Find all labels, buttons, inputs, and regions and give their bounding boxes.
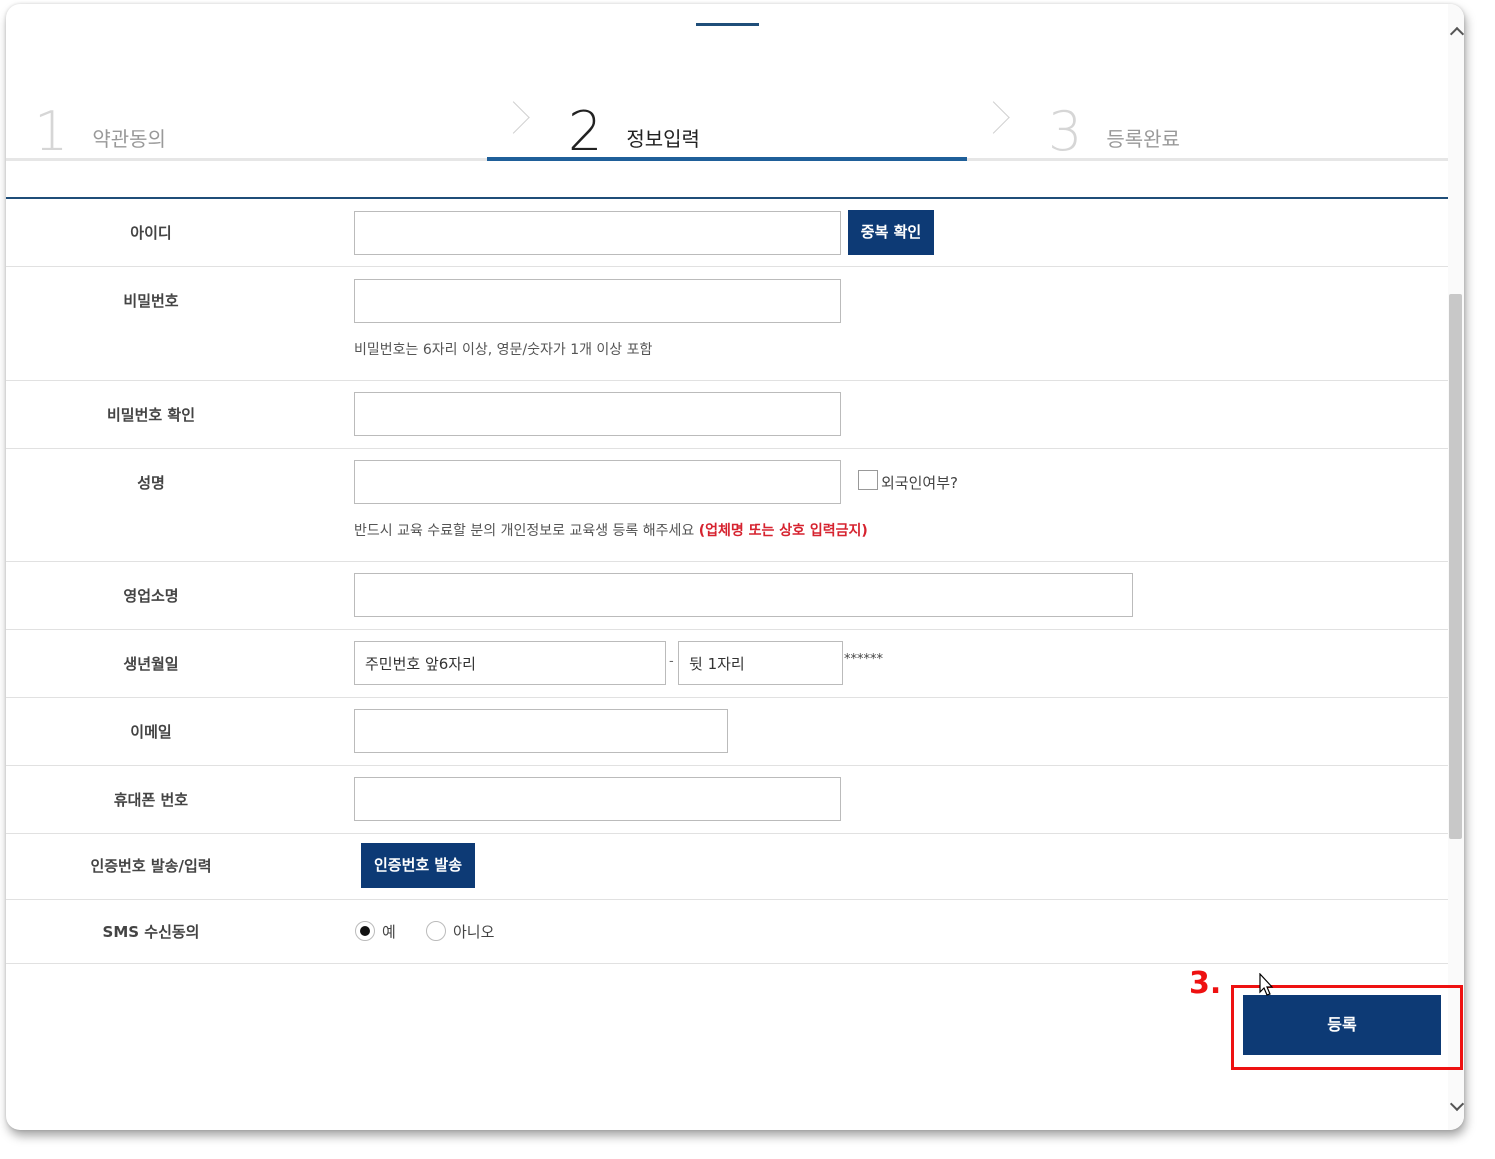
sms-yes-radio[interactable] (355, 921, 375, 941)
password-hint: 비밀번호는 6자리 이상, 영문/숫자가 1개 이상 포함 (354, 342, 653, 358)
password-label: 비밀번호 (123, 292, 179, 310)
step-terms: 1 약관동의 (34, 92, 166, 162)
step-number: 3 (1048, 100, 1083, 163)
business-name-input[interactable] (354, 573, 1133, 617)
password-confirm-input[interactable] (354, 392, 841, 436)
password-input[interactable] (354, 279, 841, 323)
business-name-label: 영업소명 (123, 587, 179, 605)
mouse-cursor-icon (1259, 973, 1274, 996)
phone-label: 휴대폰 번호 (113, 791, 189, 809)
step-number: 1 (34, 100, 69, 163)
id-label: 아이디 (130, 224, 172, 242)
name-hint-text: 반드시 교육 수료할 분의 개인정보로 교육생 등록 해주세요 (354, 523, 695, 539)
sms-no-radio[interactable] (426, 921, 446, 941)
sms-no-label: 아니오 (453, 923, 495, 941)
chevron-right-icon (977, 101, 1010, 134)
foreigner-label: 외국인여부? (881, 474, 958, 492)
birth-dash: - (669, 654, 674, 669)
row-birth: 생년월일 주민번호 앞6자리 - 뒷 1자리 ****** (6, 630, 1448, 698)
step-info: 2 정보입력 (568, 92, 700, 162)
name-hint: 반드시 교육 수료할 분의 개인정보로 교육생 등록 해주세요 (업체명 또는 … (354, 520, 868, 540)
row-sms: SMS 수신동의 예 아니오 (6, 900, 1448, 964)
step-complete: 3 등록완료 (1048, 92, 1180, 162)
registration-window: 1 약관동의 2 정보입력 3 등록완료 아이디 중복 확인 비밀번호 비밀번호… (6, 4, 1464, 1130)
send-auth-code-button[interactable]: 인증번호 발송 (361, 843, 475, 888)
email-input[interactable] (354, 709, 728, 753)
row-password: 비밀번호 비밀번호는 6자리 이상, 영문/숫자가 1개 이상 포함 (6, 267, 1448, 381)
top-accent-bar (696, 23, 759, 26)
password-confirm-label: 비밀번호 확인 (106, 406, 196, 424)
row-auth: 인증번호 발송/입력 인증번호 발송 (6, 834, 1448, 900)
name-label: 성명 (137, 474, 165, 492)
active-step-underline (487, 157, 967, 161)
sms-label: SMS 수신동의 (102, 923, 200, 941)
email-label: 이메일 (130, 723, 172, 741)
foreigner-checkbox[interactable] (858, 470, 878, 490)
step-number: 2 (568, 100, 603, 163)
step-label: 등록완료 (1106, 127, 1180, 151)
duplicate-check-button[interactable]: 중복 확인 (848, 210, 934, 255)
chevron-right-icon (497, 101, 530, 134)
scrollbar-thumb[interactable] (1449, 294, 1462, 839)
name-input[interactable] (354, 460, 841, 504)
name-warning: (업체명 또는 상호 입력금지) (698, 523, 868, 539)
step-label: 약관동의 (92, 127, 166, 151)
highlight-box (1231, 985, 1463, 1070)
row-phone: 휴대폰 번호 (6, 766, 1448, 834)
sms-yes-label: 예 (382, 923, 396, 941)
step-annotation: 3. (1189, 966, 1222, 1001)
row-password-confirm: 비밀번호 확인 (6, 381, 1448, 449)
row-business-name: 영업소명 (6, 562, 1448, 630)
auth-label: 인증번호 발송/입력 (90, 857, 212, 875)
birth-label: 생년월일 (123, 655, 179, 673)
birth-front-input[interactable]: 주민번호 앞6자리 (354, 641, 666, 685)
birth-mask: ****** (844, 652, 883, 667)
row-id: 아이디 중복 확인 (6, 199, 1448, 267)
step-label: 정보입력 (626, 127, 700, 151)
phone-input[interactable] (354, 777, 841, 821)
id-input[interactable] (354, 211, 841, 255)
row-name: 성명 외국인여부? 반드시 교육 수료할 분의 개인정보로 교육생 등록 해주세… (6, 449, 1448, 562)
birth-back-input[interactable]: 뒷 1자리 (678, 641, 843, 685)
row-email: 이메일 (6, 698, 1448, 766)
